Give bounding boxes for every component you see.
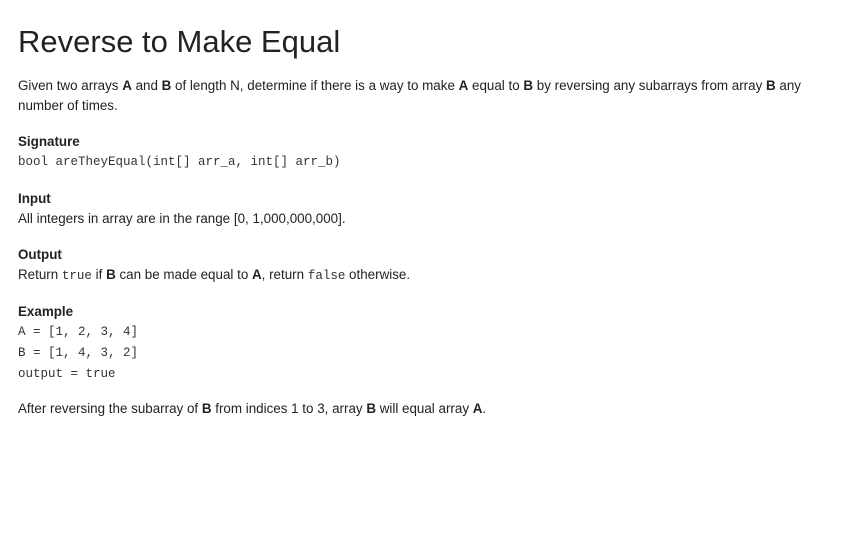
array-a-label: A xyxy=(458,78,469,93)
code-true: true xyxy=(61,269,92,283)
example-section: Example A = [1, 2, 3, 4] B = [1, 4, 3, 2… xyxy=(18,302,841,385)
output-description: Return true if B can be made equal to A,… xyxy=(18,265,841,286)
array-a-label: A xyxy=(122,78,132,93)
page-title: Reverse to Make Equal xyxy=(18,24,341,59)
array-b-label: B xyxy=(766,78,776,93)
array-b-label: B xyxy=(161,78,172,93)
problem-page: Reverse to Make Equal Given two arrays A… xyxy=(0,0,859,419)
text-segment: from indices 1 to 3, array xyxy=(211,401,367,416)
text-segment: can be made equal to xyxy=(115,267,252,282)
text-segment: will equal array xyxy=(375,401,473,416)
example-line-output: output = true xyxy=(18,367,116,381)
output-section: Output Return true if B can be made equa… xyxy=(18,245,841,286)
example-heading: Example xyxy=(18,304,74,319)
problem-description: Given two arrays A and B of length N, de… xyxy=(18,76,841,116)
text-segment: equal to xyxy=(468,78,524,93)
text-segment: otherwise. xyxy=(345,267,411,282)
code-false: false xyxy=(307,269,346,283)
text-segment: After reversing the subarray of xyxy=(18,401,202,416)
text-segment: , return xyxy=(261,267,308,282)
text-segment: if xyxy=(91,267,107,282)
signature-section: Signature bool areTheyEqual(int[] arr_a,… xyxy=(18,132,841,173)
input-heading: Input xyxy=(18,191,51,206)
array-b-label: B xyxy=(201,401,212,416)
input-description: All integers in array are in the range [… xyxy=(18,211,346,226)
text-segment: . xyxy=(482,401,487,416)
output-heading: Output xyxy=(18,247,62,262)
signature-code: bool areTheyEqual(int[] arr_a, int[] arr… xyxy=(18,155,341,169)
signature-heading: Signature xyxy=(18,134,80,149)
text-segment: Given two arrays xyxy=(18,78,123,93)
text-segment: of length N, determine if there is a way… xyxy=(171,78,459,93)
example-line-b: B = [1, 4, 3, 2] xyxy=(18,346,139,360)
example-explanation: After reversing the subarray of B from i… xyxy=(18,399,841,419)
array-b-label: B xyxy=(366,401,376,416)
array-a-label: A xyxy=(251,267,262,282)
array-b-label: B xyxy=(106,267,116,282)
array-a-label: A xyxy=(472,401,483,416)
text-segment: by reversing any subarrays from array xyxy=(533,78,766,93)
input-section: Input All integers in array are in the r… xyxy=(18,189,841,229)
example-line-a: A = [1, 2, 3, 4] xyxy=(18,325,139,339)
array-b-label: B xyxy=(523,78,534,93)
text-segment: and xyxy=(131,78,162,93)
text-segment: Return xyxy=(18,267,62,282)
